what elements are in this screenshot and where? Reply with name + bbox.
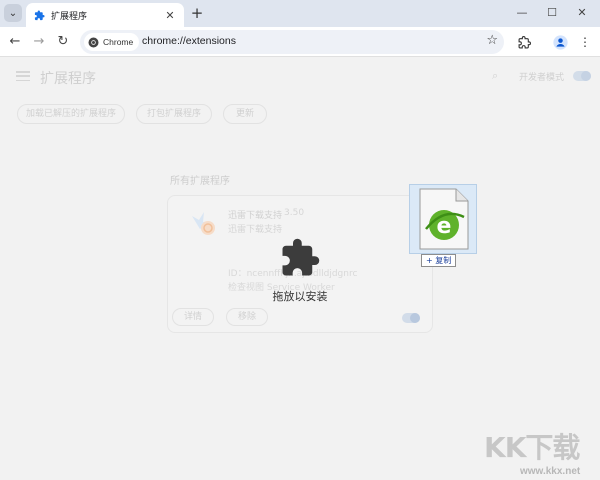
- omnibox[interactable]: Chrome chrome://extensions ☆: [80, 30, 504, 54]
- reload-button[interactable]: ↻: [54, 33, 72, 51]
- browser-toolbar: ← → ↻ Chrome chrome://extensions ☆ ⋮: [0, 27, 600, 57]
- new-tab-button[interactable]: +: [188, 4, 206, 22]
- back-button[interactable]: ←: [6, 33, 24, 51]
- profile-button[interactable]: [551, 33, 569, 51]
- puzzle-icon: [518, 35, 531, 48]
- chevron-down-icon: ⌄: [8, 7, 18, 19]
- developer-mode-toggle[interactable]: [573, 71, 591, 81]
- dragged-file-icon[interactable]: e: [409, 184, 477, 254]
- extension-enable-toggle[interactable]: [402, 313, 420, 323]
- details-button[interactable]: 详情: [172, 308, 214, 326]
- tab-close-icon[interactable]: ✕: [162, 9, 178, 22]
- chrome-logo-icon: [88, 37, 99, 48]
- page-title: 扩展程序: [40, 71, 96, 87]
- section-title: 所有扩展程序: [170, 176, 230, 187]
- update-button[interactable]: 更新: [223, 104, 267, 124]
- load-unpacked-button[interactable]: 加载已解压的扩展程序: [17, 104, 125, 124]
- close-window-button[interactable]: ✕: [568, 4, 596, 22]
- tab-strip: ⌄ 扩展程序 ✕ + — ☐ ✕: [0, 0, 600, 27]
- search-icon[interactable]: ⌕: [492, 69, 498, 83]
- plus-icon: +: [426, 256, 433, 265]
- extensions-menu-button[interactable]: [515, 33, 533, 51]
- maximize-button[interactable]: ☐: [538, 4, 566, 22]
- extension-version: 3.50: [284, 208, 305, 218]
- tab-title: 扩展程序: [51, 11, 88, 22]
- thunder-logo-icon: [188, 208, 218, 238]
- watermark: KK下载 www.kkx.net: [480, 426, 600, 480]
- extension-name: 迅雷下载支持: [228, 211, 283, 221]
- chip-label: Chrome: [103, 37, 134, 47]
- remove-button[interactable]: 移除: [226, 308, 268, 326]
- pack-extension-button[interactable]: 打包扩展程序: [136, 104, 212, 124]
- forward-button[interactable]: →: [30, 33, 48, 51]
- url-text[interactable]: chrome://extensions: [142, 35, 236, 47]
- tab-search-button[interactable]: ⌄: [4, 4, 22, 22]
- watermark-url: www.kkx.net: [520, 466, 581, 477]
- profile-icon: [552, 34, 568, 50]
- kebab-menu-icon[interactable]: ⋮: [576, 33, 594, 51]
- watermark-logo: KK下载: [484, 431, 580, 464]
- copy-badge: + 复制: [421, 254, 457, 267]
- developer-mode-label: 开发者模式: [519, 73, 565, 83]
- puzzle-icon: [34, 9, 45, 21]
- tab-extensions[interactable]: 扩展程序 ✕: [26, 3, 184, 27]
- puzzle-icon: [279, 237, 321, 279]
- site-info-chip[interactable]: Chrome: [84, 33, 140, 51]
- star-icon[interactable]: ☆: [486, 33, 498, 48]
- hamburger-menu-icon[interactable]: [16, 71, 30, 81]
- extension-description: 迅雷下载支持: [228, 225, 283, 235]
- copy-label: 复制: [435, 256, 452, 265]
- drop-to-install-label: 拖放以安装: [272, 290, 328, 303]
- minimize-button[interactable]: —: [508, 4, 536, 22]
